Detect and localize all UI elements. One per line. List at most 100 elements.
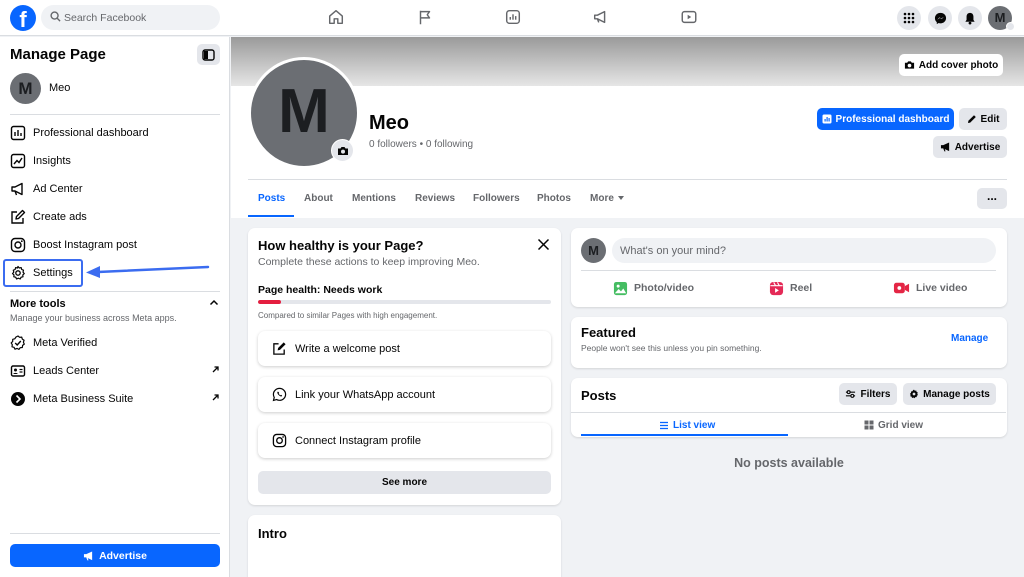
sidebar-item-label: Boost Instagram post [33, 239, 137, 251]
chevron-up-icon[interactable] [209, 299, 219, 306]
tab-reviews[interactable]: Reviews [415, 193, 455, 204]
whats-on-your-mind-input[interactable] [612, 238, 996, 263]
featured-manage-link[interactable]: Manage [951, 333, 988, 344]
sidebar-item-create-ads[interactable]: Create ads [10, 205, 220, 229]
manage-posts-button[interactable]: Manage posts [903, 383, 996, 405]
divider [10, 114, 220, 115]
page-title: Meo [369, 112, 409, 134]
grid-icon [903, 12, 915, 24]
task-link-whatsapp[interactable]: Link your WhatsApp account [258, 377, 551, 412]
meta-suite-icon [11, 392, 25, 406]
facebook-logo-icon[interactable]: f [10, 5, 36, 31]
task-label: Link your WhatsApp account [295, 388, 436, 401]
manage-page-sidebar: Manage Page M Meo Professional dashboard… [0, 37, 230, 577]
sidebar-collapse-button[interactable] [197, 44, 220, 65]
megaphone-icon [940, 142, 949, 152]
update-profile-picture-button[interactable] [331, 139, 354, 162]
megaphone-icon[interactable] [592, 8, 612, 28]
video-icon[interactable] [680, 8, 700, 28]
sidebar-item-insights[interactable]: Insights [10, 149, 220, 173]
sidebar-item-boost-instagram-post[interactable]: Boost Instagram post [10, 233, 220, 257]
reel-icon [769, 281, 784, 295]
contact-card-icon [10, 365, 26, 377]
panel-toggle-icon [202, 48, 215, 61]
instagram-icon [10, 237, 26, 253]
sidebar-item-label: Meta Business Suite [33, 393, 134, 405]
advertise-label: Advertise [99, 549, 147, 562]
sidebar-item-label: Meta Verified [33, 337, 98, 349]
whatsapp-icon [272, 387, 287, 402]
sidebar-item-ad-center[interactable]: Ad Center [10, 177, 220, 201]
sidebar-item-label: Leads Center [33, 365, 100, 377]
flag-icon[interactable] [416, 8, 436, 28]
reel-button[interactable]: Reel [769, 279, 812, 297]
edit-label: Edit [980, 113, 1000, 125]
post-composer: M Photo/video Reel Live video [571, 228, 1007, 307]
sidebar-item-meta-verified[interactable]: Meta Verified [10, 331, 220, 355]
messenger-icon [934, 12, 946, 24]
sidebar-item-label: Ad Center [33, 183, 83, 195]
search-box[interactable] [41, 5, 220, 30]
health-card-title: How healthy is your Page? [258, 238, 424, 253]
page-avatar[interactable]: M [10, 73, 41, 104]
tab-posts[interactable]: Posts [258, 193, 285, 204]
tab-mentions[interactable]: Mentions [352, 193, 396, 204]
menu-grid-button[interactable] [897, 6, 921, 30]
tab-about[interactable]: About [304, 193, 333, 204]
verified-badge-icon [10, 335, 25, 350]
professional-dashboard-button[interactable]: Professional dashboard [817, 108, 954, 130]
notifications-button[interactable] [958, 6, 982, 30]
sidebar-item-professional-dashboard[interactable]: Professional dashboard [10, 121, 220, 145]
photo-video-button[interactable]: Photo/video [613, 279, 694, 297]
add-cover-photo-label: Add cover photo [918, 59, 999, 71]
insights-chart-icon[interactable] [504, 8, 524, 28]
tab-photos[interactable]: Photos [537, 193, 571, 204]
filters-button[interactable]: Filters [839, 383, 897, 405]
tab-followers[interactable]: Followers [473, 193, 520, 204]
tab-more[interactable]: More [590, 193, 624, 204]
page-name[interactable]: Meo [49, 82, 70, 94]
page-health-card: How healthy is your Page? Complete these… [248, 228, 561, 505]
filters-label: Filters [860, 388, 891, 400]
sidebar-item-leads-center[interactable]: Leads Center [10, 359, 220, 383]
live-video-button[interactable]: Live video [893, 279, 967, 297]
see-more-button[interactable]: See more [258, 471, 551, 494]
gear-icon [910, 389, 919, 399]
intro-card: Intro [248, 515, 561, 577]
home-icon[interactable] [327, 8, 347, 28]
camera-icon [337, 146, 348, 155]
manage-posts-label: Manage posts [923, 388, 990, 400]
task-label: Connect Instagram profile [295, 434, 421, 447]
advertise-button[interactable]: Advertise [933, 136, 1007, 158]
filter-sliders-icon [846, 390, 856, 398]
bell-icon [965, 12, 975, 25]
grid-view-tab[interactable]: Grid view [864, 418, 923, 432]
sidebar-item-meta-business-suite[interactable]: Meta Business Suite [10, 387, 220, 411]
page-health-status: Page health: Needs work [258, 284, 383, 296]
health-card-subtitle: Complete these actions to keep improving… [258, 256, 480, 268]
task-write-welcome-post[interactable]: Write a welcome post [258, 331, 551, 366]
advertise-button[interactable]: Advertise [10, 544, 220, 567]
photo-icon [613, 281, 628, 295]
close-icon[interactable] [537, 238, 550, 251]
sidebar-item-label: Create ads [33, 211, 87, 223]
follow-stats[interactable]: 0 followers • 0 following [369, 139, 473, 150]
messenger-button[interactable] [928, 6, 952, 30]
search-input[interactable] [64, 5, 214, 30]
grid-view-label: Grid view [878, 419, 924, 431]
more-tools-subtitle: Manage your business across Meta apps. [10, 313, 177, 323]
list-view-tab[interactable]: List view [659, 418, 715, 432]
posts-title: Posts [581, 388, 617, 403]
chevron-down-icon[interactable] [1006, 22, 1015, 31]
edit-button[interactable]: Edit [959, 108, 1007, 130]
more-options-button[interactable]: ... [977, 188, 1007, 209]
dashboard-icon [822, 114, 832, 124]
insights-icon [10, 153, 26, 169]
task-connect-instagram[interactable]: Connect Instagram profile [258, 423, 551, 458]
add-cover-photo-button[interactable]: Add cover photo [899, 54, 1003, 76]
health-progress-bar [258, 300, 551, 304]
tab-more-label: More [590, 193, 614, 204]
composer-avatar[interactable]: M [581, 238, 606, 263]
external-link-icon [212, 366, 219, 373]
active-view-indicator [581, 434, 788, 436]
